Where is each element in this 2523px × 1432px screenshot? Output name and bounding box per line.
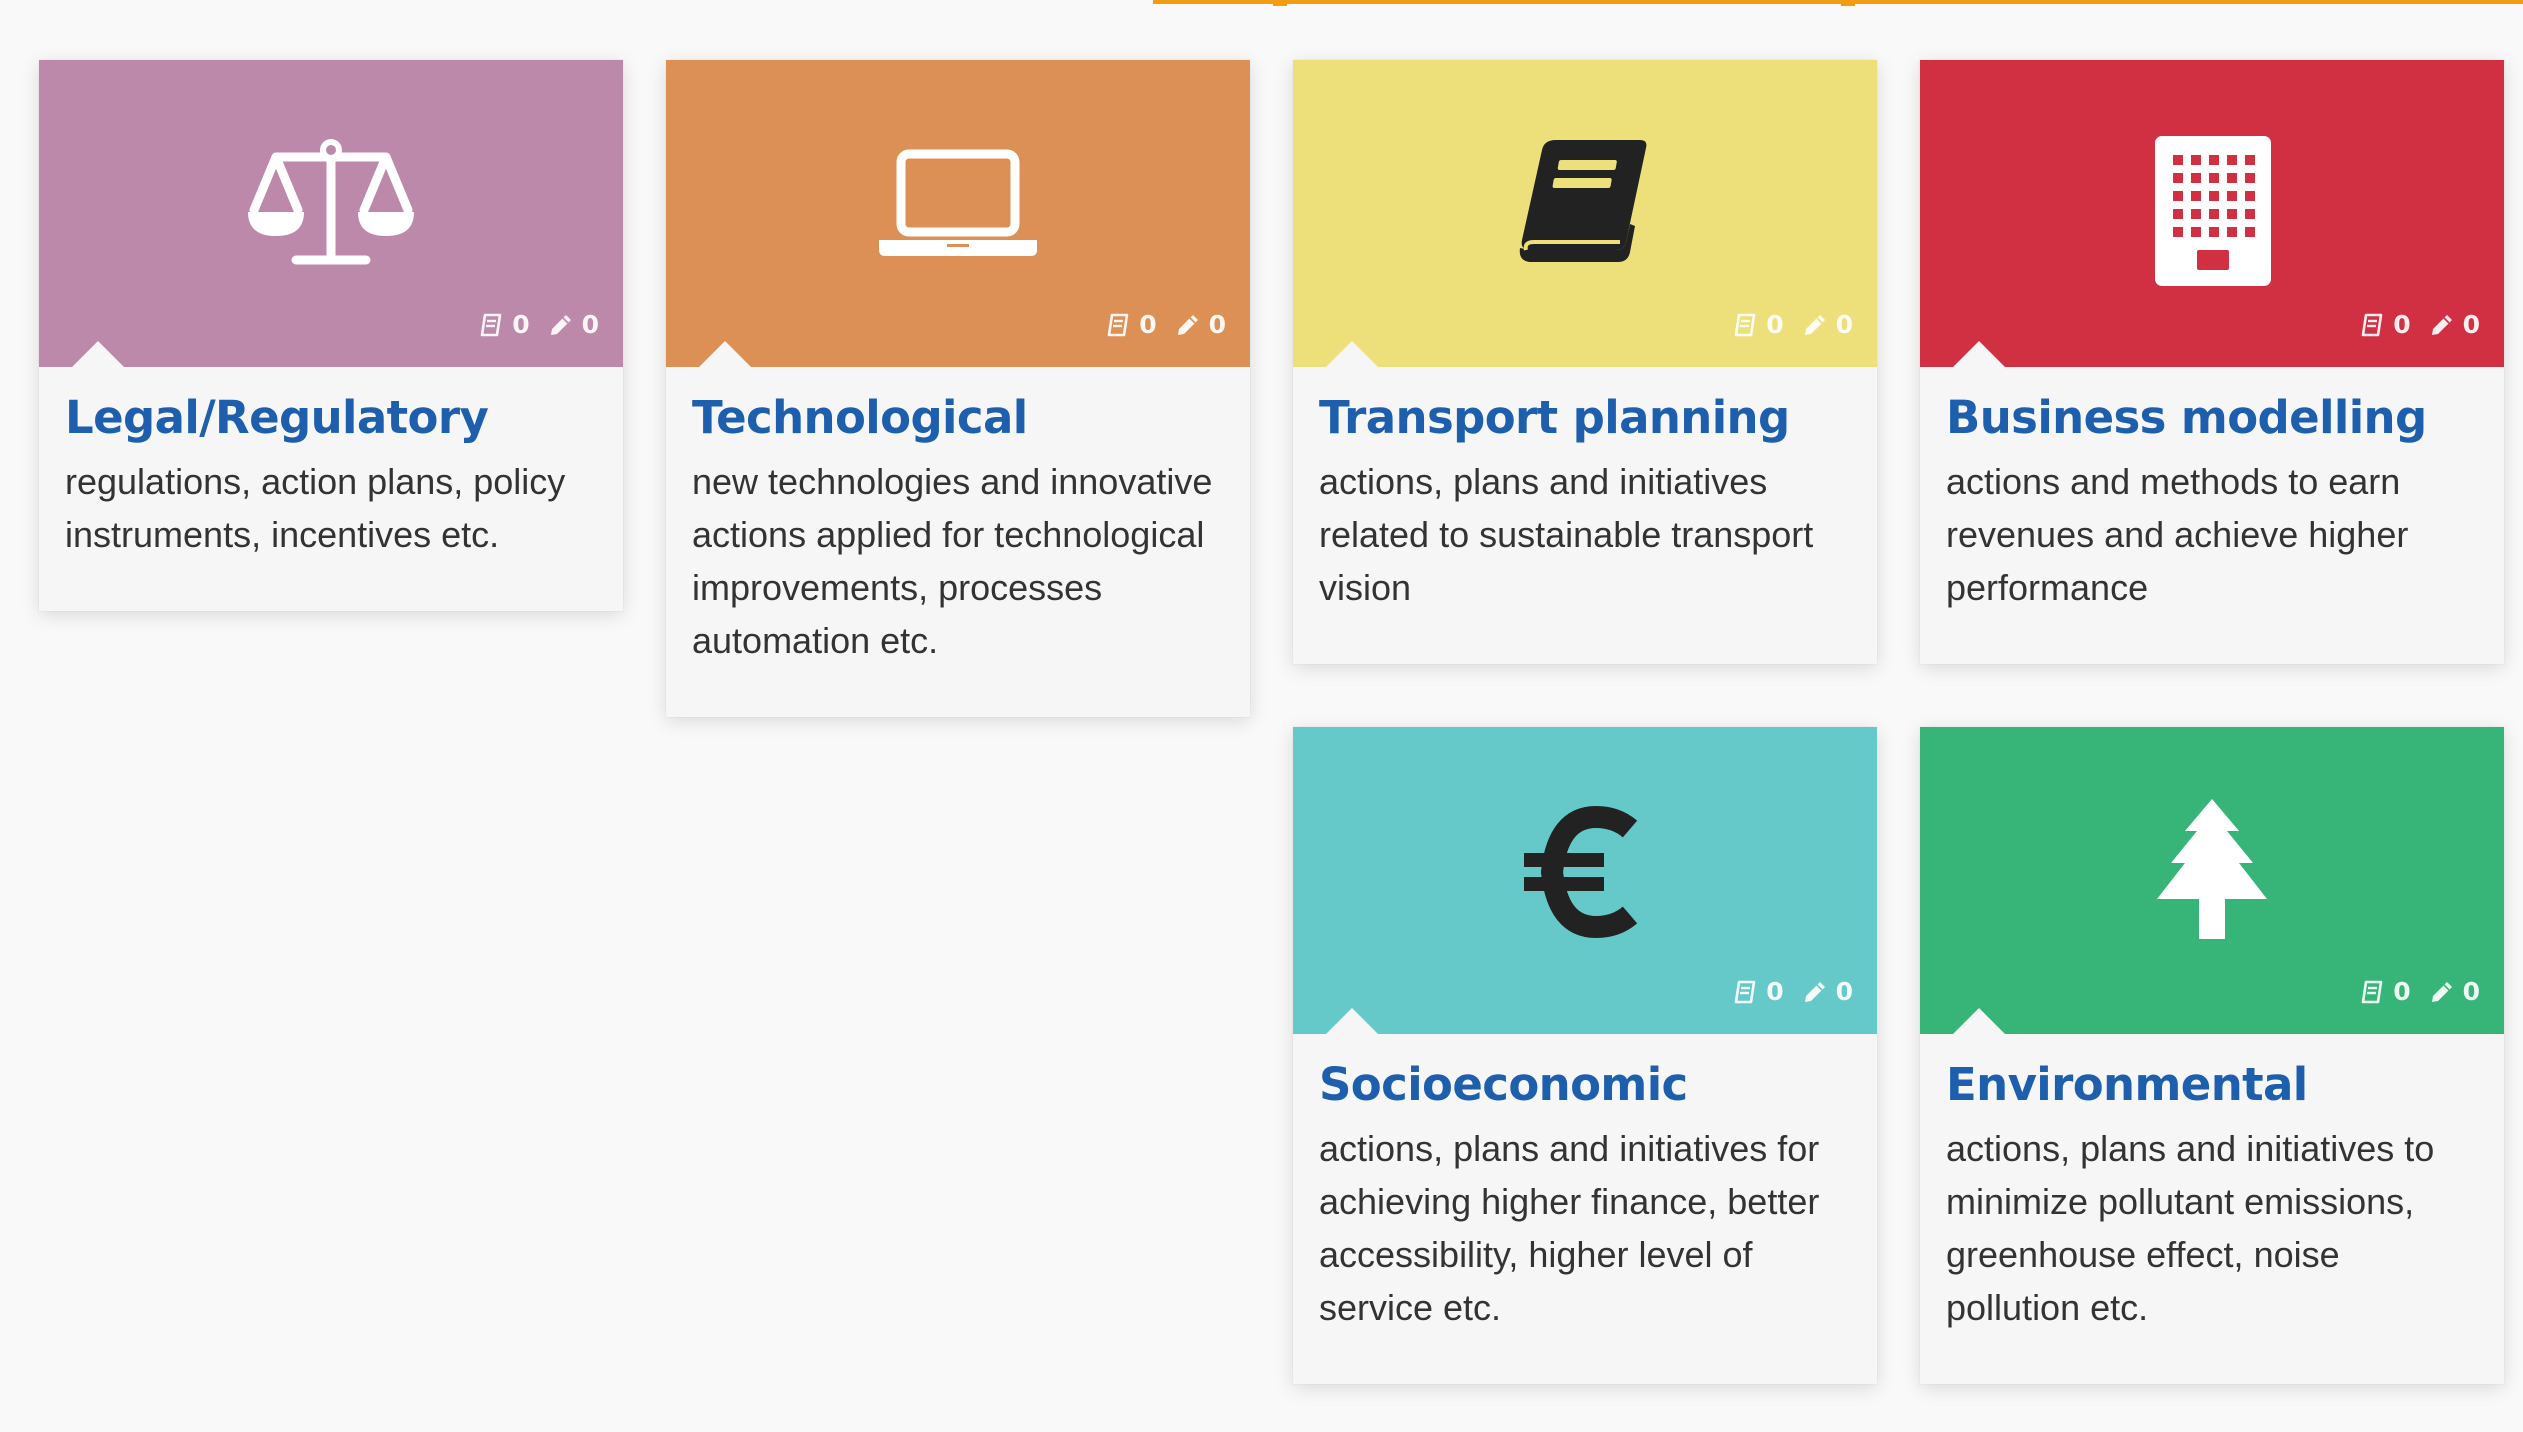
document-icon [2361, 313, 2383, 336]
card-notch [1326, 1008, 1378, 1034]
documents-stat[interactable]: 0 [2359, 977, 2411, 1006]
documents-stat[interactable]: 0 [2359, 310, 2411, 339]
card-title[interactable]: Legal/Regulatory [65, 391, 597, 445]
card-notch [72, 341, 124, 367]
card-business-modelling[interactable]: 0 0 Business modelling actions and metho… [1920, 60, 2504, 664]
card-notch [1953, 1008, 2005, 1034]
edits-count: 0 [581, 310, 599, 339]
documents-count: 0 [1139, 310, 1157, 339]
card-body: Technological new technologies and innov… [666, 367, 1250, 717]
document-icon [1107, 313, 1129, 336]
card-title[interactable]: Socioeconomic [1319, 1058, 1851, 1112]
card-description: regulations, action plans, policy instru… [65, 461, 566, 555]
card-legal-regulatory[interactable]: 0 0 Legal/Regulatory regulations, action… [39, 60, 623, 611]
card-notch [699, 341, 751, 367]
card-environmental[interactable]: 0 0 Environmental actions, plans and ini… [1920, 727, 2504, 1384]
card-stats: 0 0 [2349, 310, 2480, 339]
book-icon [1490, 110, 1680, 300]
edits-stat[interactable]: 0 [548, 310, 599, 339]
scales-icon [236, 110, 426, 300]
card-transport-planning[interactable]: 0 0 Transport planning actions, plans an… [1293, 60, 1877, 664]
building-icon [2117, 110, 2307, 300]
card-title[interactable]: Technological [692, 391, 1224, 445]
pencil-icon [2431, 981, 2452, 1002]
card-stats: 0 0 [468, 310, 599, 339]
edits-stat[interactable]: 0 [1175, 310, 1226, 339]
card-header: 0 0 [666, 60, 1250, 367]
edits-count: 0 [1835, 977, 1853, 1006]
card-description: actions and methods to earn revenues and… [1946, 461, 2409, 608]
document-icon [480, 313, 502, 336]
card-notch [1953, 341, 2005, 367]
euro-icon [1490, 777, 1680, 967]
card-stats: 0 0 [1095, 310, 1226, 339]
card-description: actions, plans and initiatives for achie… [1319, 1128, 1820, 1328]
card-title[interactable]: Business modelling [1946, 391, 2478, 445]
edits-stat[interactable]: 0 [1802, 310, 1853, 339]
edits-count: 0 [1835, 310, 1853, 339]
documents-count: 0 [1766, 977, 1784, 1006]
card-stats: 0 0 [2349, 977, 2480, 1006]
pencil-icon [1804, 981, 1825, 1002]
top-accent-bar [1153, 0, 2523, 6]
accent-tick [1841, 0, 1855, 6]
documents-count: 0 [2393, 977, 2411, 1006]
pencil-icon [1804, 314, 1825, 335]
edits-count: 0 [2462, 310, 2480, 339]
card-header: 0 0 [1293, 727, 1877, 1034]
card-title[interactable]: Transport planning [1319, 391, 1851, 445]
card-socioeconomic[interactable]: 0 0 Socioeconomic actions, plans and ini… [1293, 727, 1877, 1384]
card-notch [1326, 341, 1378, 367]
edits-count: 0 [2462, 977, 2480, 1006]
edits-stat[interactable]: 0 [1802, 977, 1853, 1006]
card-body: Environmental actions, plans and initiat… [1920, 1034, 2504, 1384]
card-stats: 0 0 [1722, 310, 1853, 339]
document-icon [1734, 980, 1756, 1003]
card-description: actions, plans and initiatives to minimi… [1946, 1128, 2435, 1328]
documents-stat[interactable]: 0 [1105, 310, 1157, 339]
pencil-icon [1177, 314, 1198, 335]
card-header: 0 0 [1920, 727, 2504, 1034]
tree-icon [2117, 777, 2307, 967]
accent-tick [1273, 0, 1287, 6]
card-stats: 0 0 [1722, 977, 1853, 1006]
card-body: Business modelling actions and methods t… [1920, 367, 2504, 664]
card-description: new technologies and innovative actions … [692, 461, 1213, 661]
pencil-icon [2431, 314, 2452, 335]
documents-stat[interactable]: 0 [1732, 310, 1784, 339]
edits-stat[interactable]: 0 [2429, 310, 2480, 339]
documents-stat[interactable]: 0 [1732, 977, 1784, 1006]
document-icon [1734, 313, 1756, 336]
card-description: actions, plans and initiatives related t… [1319, 461, 1814, 608]
card-body: Legal/Regulatory regulations, action pla… [39, 367, 623, 611]
documents-count: 0 [1766, 310, 1784, 339]
card-title[interactable]: Environmental [1946, 1058, 2478, 1112]
card-header: 0 0 [39, 60, 623, 367]
card-header: 0 0 [1920, 60, 2504, 367]
document-icon [2361, 980, 2383, 1003]
edits-stat[interactable]: 0 [2429, 977, 2480, 1006]
documents-count: 0 [512, 310, 530, 339]
edits-count: 0 [1208, 310, 1226, 339]
card-body: Socioeconomic actions, plans and initiat… [1293, 1034, 1877, 1384]
laptop-icon [863, 110, 1053, 300]
card-technological[interactable]: 0 0 Technological new technologies and i… [666, 60, 1250, 717]
card-body: Transport planning actions, plans and in… [1293, 367, 1877, 664]
documents-count: 0 [2393, 310, 2411, 339]
card-header: 0 0 [1293, 60, 1877, 367]
documents-stat[interactable]: 0 [478, 310, 530, 339]
pencil-icon [550, 314, 571, 335]
